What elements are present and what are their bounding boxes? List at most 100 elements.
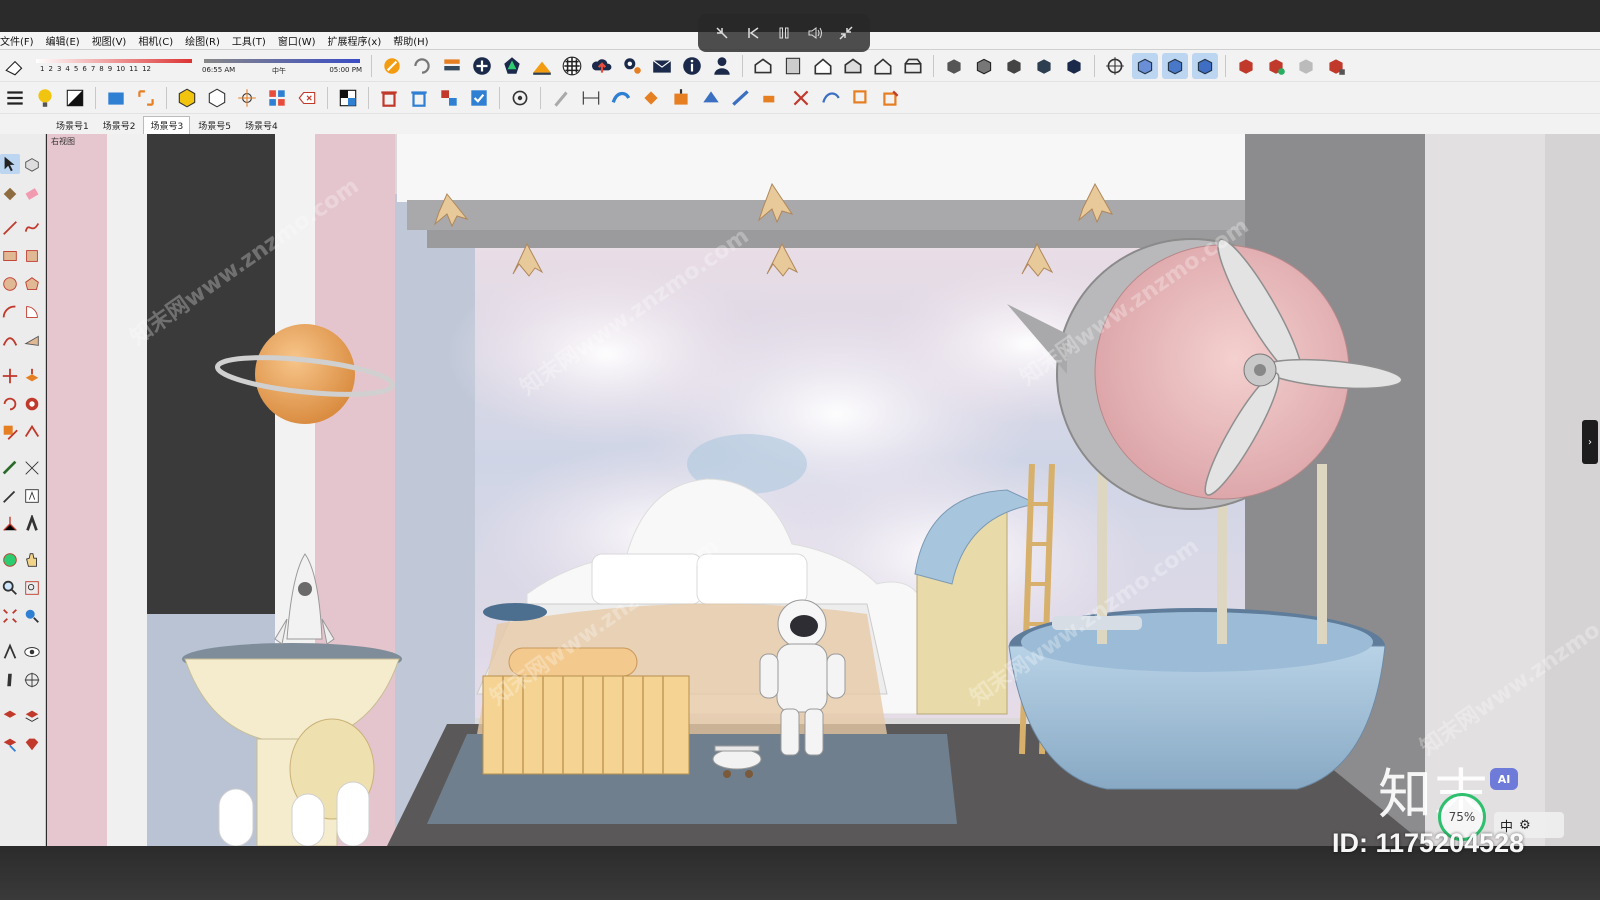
axes-tool-icon[interactable]: [0, 514, 20, 534]
refresh-icon[interactable]: [409, 53, 435, 79]
protractor-icon[interactable]: [0, 486, 20, 506]
top-view-icon[interactable]: [780, 53, 806, 79]
previous-track-icon[interactable]: [742, 22, 764, 44]
arc-tool-icon[interactable]: [0, 302, 20, 322]
curve-tool-icon[interactable]: [818, 85, 844, 111]
section-cut-icon[interactable]: [878, 85, 904, 111]
checker-texture-icon[interactable]: [559, 53, 585, 79]
ruby-gem-grey-icon[interactable]: [1293, 53, 1319, 79]
parallel-projection-icon[interactable]: [1162, 52, 1188, 79]
volume-icon[interactable]: [804, 22, 826, 44]
three-point-arc-icon[interactable]: [0, 330, 20, 350]
dimension-tool-icon[interactable]: [578, 85, 604, 111]
move-tool-icon[interactable]: [0, 366, 20, 386]
crop-select-icon[interactable]: [133, 85, 159, 111]
scene-tab-2[interactable]: 场景号2: [97, 117, 142, 134]
scale-tool-icon[interactable]: [758, 85, 784, 111]
scissors-icon[interactable]: [788, 85, 814, 111]
menu-draw[interactable]: 绘图(R): [179, 33, 226, 48]
back-view-icon[interactable]: [870, 53, 896, 79]
menu-tools[interactable]: 工具(T): [226, 33, 272, 48]
wireframe-style-icon[interactable]: [971, 53, 997, 79]
cloud-upload-icon[interactable]: [589, 53, 615, 79]
eraser-left-icon[interactable]: [22, 184, 42, 204]
scene-tab-1[interactable]: 场景号1: [50, 117, 95, 134]
position-camera-icon[interactable]: [0, 642, 20, 662]
two-point-arc-icon[interactable]: [22, 330, 42, 350]
mini-window-icon[interactable]: [711, 22, 733, 44]
sandbox-icon[interactable]: [529, 53, 555, 79]
freehand-tool-icon[interactable]: [22, 218, 42, 238]
reload-model-icon[interactable]: [436, 85, 462, 111]
walk-compass-icon[interactable]: [22, 670, 42, 690]
section-fill-icon[interactable]: [0, 734, 20, 754]
follow-me-left-icon[interactable]: [22, 394, 42, 414]
contrast-icon[interactable]: [62, 85, 88, 111]
menu-help[interactable]: 帮助(H): [387, 33, 434, 48]
tree-component-icon[interactable]: [499, 53, 525, 79]
pencil-tool-icon[interactable]: [548, 85, 574, 111]
textured-style-icon[interactable]: [1061, 53, 1087, 79]
circle-tool-icon[interactable]: [0, 274, 20, 294]
model-viewport[interactable]: 右视图 知末网www.znzmo.com 知末网www.znzmo.com 知末…: [47, 134, 1600, 846]
delete-tag-icon[interactable]: [294, 85, 320, 111]
pause-icon[interactable]: [773, 22, 795, 44]
polygon-tool-icon[interactable]: [22, 274, 42, 294]
blue-rectangle-icon[interactable]: [103, 85, 129, 111]
text-tool-icon[interactable]: [22, 486, 42, 506]
orbit-icon[interactable]: [1102, 53, 1128, 79]
grid-component-icon[interactable]: [264, 85, 290, 111]
flower-shape-icon[interactable]: [507, 85, 533, 111]
rotate-left-icon[interactable]: [0, 394, 20, 414]
select-arrow-icon[interactable]: [0, 154, 20, 174]
zoom-extents-icon[interactable]: [0, 606, 20, 626]
hexagon-outline-icon[interactable]: [204, 85, 230, 111]
scene-tab-5[interactable]: 场景号5: [192, 117, 237, 134]
ai-badge[interactable]: AI: [1490, 768, 1518, 790]
rectangle-tool-icon[interactable]: [0, 246, 20, 266]
section-plane-icon[interactable]: [848, 85, 874, 111]
follow-me-icon[interactable]: [608, 85, 634, 111]
add-circle-icon[interactable]: [469, 53, 495, 79]
menu-view[interactable]: 视图(V): [86, 33, 133, 48]
trash-blue-icon[interactable]: [406, 85, 432, 111]
eraser-tool-icon[interactable]: [2, 53, 28, 79]
ruby-gem-left-icon[interactable]: [22, 734, 42, 754]
info-icon[interactable]: [679, 53, 705, 79]
section-display-icon[interactable]: [22, 706, 42, 726]
shaded-style-icon[interactable]: [1031, 53, 1057, 79]
mail-icon[interactable]: [649, 53, 675, 79]
section-left-icon[interactable]: [0, 706, 20, 726]
offset-tool-icon[interactable]: [698, 85, 724, 111]
pie-tool-icon[interactable]: [22, 302, 42, 322]
rotate-tool-icon[interactable]: [728, 85, 754, 111]
scale-left-icon[interactable]: [0, 422, 20, 442]
ruby-gem-export-icon[interactable]: [1323, 53, 1349, 79]
default-tray-toggle[interactable]: ›: [1582, 420, 1598, 464]
ruby-gem-icon[interactable]: [1233, 53, 1259, 79]
menu-extensions[interactable]: 扩展程序(x): [322, 33, 388, 48]
shadow-month-slider[interactable]: 1 2 3 4 5 6 7 8 9 10 11 12: [34, 52, 194, 80]
shadow-time-track[interactable]: [204, 58, 360, 63]
rotated-rectangle-icon[interactable]: [22, 246, 42, 266]
front-view-icon[interactable]: [810, 53, 836, 79]
three-d-text-icon[interactable]: [22, 514, 42, 534]
hexagon-yellow-icon[interactable]: [174, 85, 200, 111]
scene-tab-4[interactable]: 场景号4: [239, 117, 284, 134]
tape-measure-icon[interactable]: [0, 458, 20, 478]
trash-red-icon[interactable]: [376, 85, 402, 111]
menu-edit[interactable]: 编辑(E): [40, 33, 86, 48]
lightbulb-icon[interactable]: [32, 85, 58, 111]
layers-stack-icon[interactable]: [439, 53, 465, 79]
left-view-icon[interactable]: [900, 53, 926, 79]
settings-gears-icon[interactable]: [619, 53, 645, 79]
paint-bucket-left-icon[interactable]: [0, 184, 20, 204]
offset-left-icon[interactable]: [22, 422, 42, 442]
shadow-time-slider[interactable]: 06:55 AM 中午 05:00 PM: [202, 52, 362, 80]
material-swap-icon[interactable]: [335, 85, 361, 111]
menu-window[interactable]: 窗口(W): [272, 33, 322, 48]
iso-view-icon[interactable]: [750, 53, 776, 79]
list-menu-icon[interactable]: [2, 85, 28, 111]
make-component-icon[interactable]: [22, 154, 42, 174]
scene-tab-3[interactable]: 场景号3: [143, 116, 191, 134]
